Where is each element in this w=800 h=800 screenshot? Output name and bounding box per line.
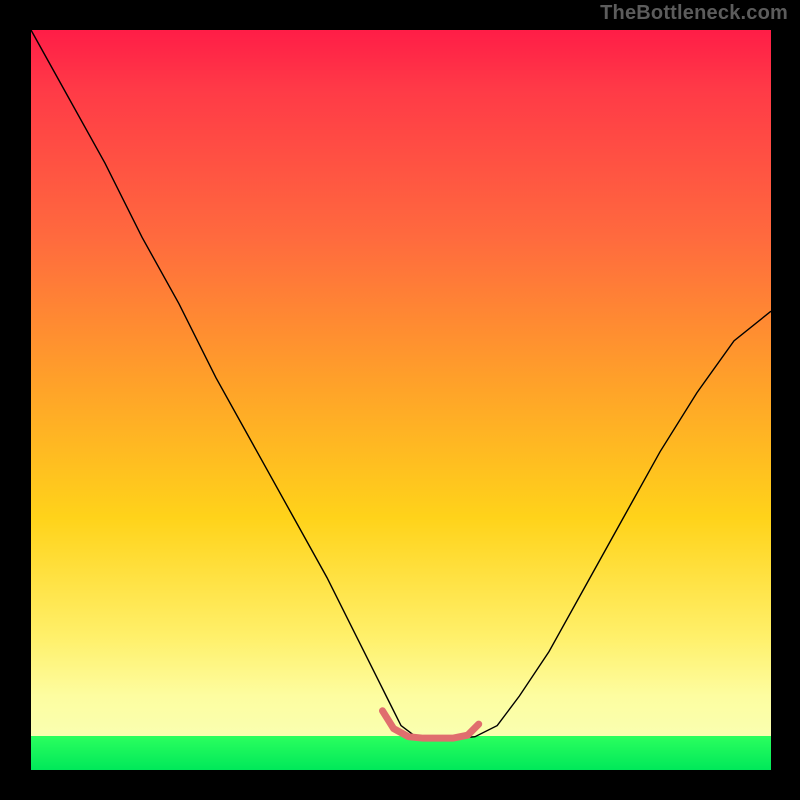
trough-highlight	[383, 711, 479, 738]
watermark-label: TheBottleneck.com	[600, 2, 788, 25]
plot-area	[31, 30, 771, 770]
bottleneck-curve	[31, 30, 771, 738]
chart-frame: TheBottleneck.com	[0, 0, 800, 800]
curve-layer	[31, 30, 771, 770]
